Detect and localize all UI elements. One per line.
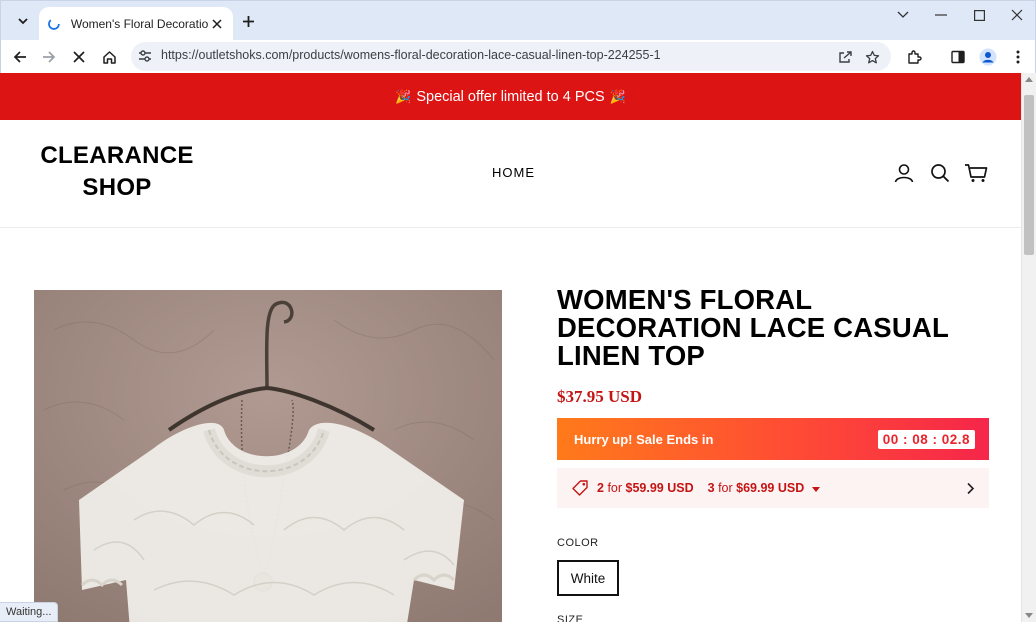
product-info: WOMEN'S FLORAL DECORATION LACE CASUAL LI…: [557, 286, 989, 596]
party-popper-icon: 🎉: [395, 88, 412, 104]
party-popper-icon: 🎉: [609, 88, 626, 104]
price-tag-icon: [572, 480, 588, 496]
nav-home-link[interactable]: HOME: [492, 165, 535, 180]
bundle-deal-2: 2 for $59.99 USD: [597, 481, 694, 495]
logo-line-2: SHOP: [82, 174, 152, 201]
bookmark-star-icon[interactable]: [862, 47, 882, 67]
maximize-icon[interactable]: [964, 5, 994, 25]
search-icon[interactable]: [928, 161, 952, 185]
product-price: $37.95 USD: [557, 387, 643, 406]
page-scrollbar[interactable]: [1021, 73, 1036, 622]
scroll-down-arrow-icon[interactable]: [1025, 613, 1033, 618]
store-logo[interactable]: CLEARANCE SHOP: [30, 140, 204, 204]
forward-arrow-icon[interactable]: [36, 44, 62, 70]
countdown-label: Hurry up! Sale Ends in: [574, 431, 714, 447]
url-text: https://outletshoks.com/products/womens-…: [161, 48, 661, 62]
browser-toolbar: https://outletshoks.com/products/womens-…: [0, 40, 1036, 73]
account-icon[interactable]: [892, 161, 916, 185]
window-close-icon[interactable]: [1002, 5, 1032, 25]
side-panel-icon[interactable]: [947, 46, 969, 68]
loading-favicon-icon: [48, 18, 60, 30]
tab-list-chevron-icon[interactable]: [888, 5, 918, 25]
sale-countdown-banner: Hurry up! Sale Ends in 00 : 08 : 02.8: [557, 418, 989, 460]
product-title: WOMEN'S FLORAL DECORATION LACE CASUAL LI…: [557, 284, 949, 371]
web-page: 🎉 Special offer limited to 4 PCS 🎉 CLEAR…: [0, 73, 1021, 622]
promo-text: Special offer limited to 4 PCS: [416, 88, 605, 105]
address-bar[interactable]: https://outletshoks.com/products/womens-…: [131, 42, 891, 71]
share-icon[interactable]: [835, 47, 855, 67]
color-option-label: COLOR: [557, 537, 599, 549]
minimize-icon[interactable]: [926, 5, 956, 25]
bundle-deal-3: 3 for $69.99 USD: [707, 481, 805, 495]
bundle-offer-bar[interactable]: 2 for $59.99 USD 3 for $69.99 USD: [557, 468, 989, 508]
browser-status-bar: Waiting...: [0, 602, 59, 622]
tab-close-icon[interactable]: [209, 16, 225, 32]
scrollbar-thumb[interactable]: [1024, 95, 1034, 255]
tab-search-icon[interactable]: [11, 9, 35, 33]
countdown-timer: 00 : 08 : 02.8: [877, 429, 975, 449]
logo-line-1: CLEARANCE: [40, 142, 194, 169]
chevron-right-icon[interactable]: [966, 482, 975, 495]
site-info-icon[interactable]: [138, 49, 152, 68]
scroll-up-arrow-icon[interactable]: [1025, 77, 1033, 82]
promo-banner: 🎉 Special offer limited to 4 PCS 🎉: [0, 73, 1021, 120]
home-icon[interactable]: [96, 44, 122, 70]
new-tab-icon[interactable]: [237, 10, 259, 32]
browser-tab-active[interactable]: Women's Floral Decoration Lace Casual Li…: [39, 7, 233, 41]
browser-menu-icon[interactable]: [1007, 46, 1029, 68]
site-header: CLEARANCE SHOP HOME: [0, 120, 1021, 228]
cart-icon[interactable]: [964, 161, 988, 185]
size-option-label: SIZE: [557, 614, 584, 622]
tab-title: Women's Floral Decoration Lace Casual Li…: [70, 17, 210, 31]
caret-down-icon[interactable]: [812, 486, 821, 492]
extensions-icon[interactable]: [903, 46, 925, 68]
back-arrow-icon[interactable]: [7, 44, 33, 70]
stop-loading-icon[interactable]: [66, 44, 92, 70]
color-swatch-white[interactable]: White: [557, 560, 619, 596]
profile-avatar-icon[interactable]: [977, 46, 999, 68]
browser-tab-bar: Women's Floral Decoration Lace Casual Li…: [0, 0, 1036, 41]
product-image[interactable]: [34, 290, 502, 622]
